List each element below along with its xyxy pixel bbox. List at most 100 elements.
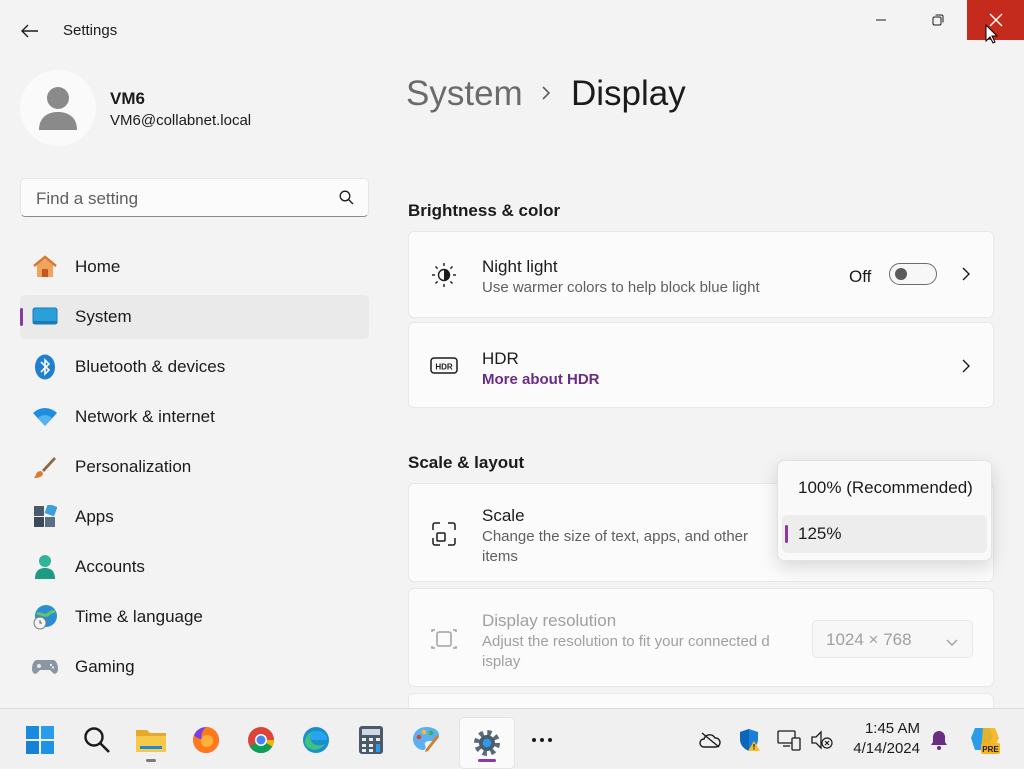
chevron-right-icon[interactable]: [961, 358, 971, 379]
notification-bell-icon[interactable]: [926, 727, 952, 753]
page-title: Display: [571, 74, 686, 113]
system-icon: [32, 305, 58, 329]
night-light-toggle[interactable]: [889, 263, 937, 285]
chevron-down-icon: [946, 634, 958, 652]
search-icon[interactable]: [339, 190, 354, 210]
hdr-card[interactable]: HDR HDR More about HDR: [408, 322, 994, 408]
apps-icon: [32, 505, 58, 529]
calculator-icon[interactable]: [354, 723, 388, 757]
scale-icon: [429, 519, 459, 549]
copilot-preview-icon[interactable]: PRE: [968, 723, 1002, 757]
bluetooth-icon: [32, 354, 58, 380]
mouse-cursor-icon: [985, 23, 999, 49]
restore-button[interactable]: [909, 0, 966, 40]
night-light-state: Off: [849, 267, 872, 286]
sidebar-item-label: Accounts: [75, 557, 145, 576]
sidebar-item-label: Apps: [75, 507, 114, 526]
volume-muted-icon[interactable]: [809, 727, 835, 753]
network-icon[interactable]: [776, 727, 802, 753]
sidebar-item-accounts[interactable]: Accounts: [20, 545, 369, 589]
toggle-knob: [895, 268, 907, 280]
edge-icon[interactable]: [299, 723, 333, 757]
sidebar-item-personalization[interactable]: Personalization: [20, 445, 369, 489]
paint-icon[interactable]: [409, 723, 443, 757]
sidebar-item-home[interactable]: Home: [20, 245, 369, 289]
night-light-card[interactable]: Night light Use warmer colors to help bl…: [408, 231, 994, 318]
user-silhouette-icon: [39, 87, 77, 130]
back-arrow-icon: [21, 24, 38, 38]
scale-option-100[interactable]: 100% (Recommended): [782, 469, 987, 507]
sidebar-item-bluetooth[interactable]: Bluetooth & devices: [20, 345, 369, 389]
scale-subtitle-line1: Change the size of text, apps, and other: [482, 528, 749, 545]
defender-icon[interactable]: [737, 727, 763, 753]
breadcrumb-system[interactable]: System: [406, 74, 523, 114]
start-icon[interactable]: [23, 723, 57, 757]
resolution-subtitle-line2: isplay: [482, 653, 521, 670]
gamepad-icon: [32, 655, 58, 679]
sidebar-item-label: Network & internet: [75, 407, 215, 426]
search-box[interactable]: [20, 178, 369, 217]
accounts-icon: [32, 555, 58, 579]
file-explorer-icon[interactable]: [134, 723, 168, 757]
night-light-icon: [429, 260, 459, 290]
scale-option-125[interactable]: 125%: [782, 515, 987, 553]
restore-icon: [932, 14, 943, 26]
breadcrumb-chevron-icon: [539, 82, 553, 109]
active-indicator: [478, 759, 496, 762]
user-name: VM6: [110, 89, 145, 108]
hdr-icon: HDR: [429, 351, 459, 381]
sidebar-nav: Home System Bluetooth & devices Network …: [20, 245, 369, 695]
section-heading-brightness: Brightness & color: [408, 201, 561, 220]
resolution-title: Display resolution: [482, 611, 617, 630]
brush-icon: [32, 455, 58, 479]
running-indicator: [146, 759, 156, 762]
back-button[interactable]: [14, 18, 46, 44]
time-language-icon: [32, 605, 58, 630]
clock-time[interactable]: 1:45 AM: [865, 720, 920, 737]
sidebar-item-label: Gaming: [75, 657, 135, 676]
resolution-dropdown: 1024 × 768: [812, 620, 973, 658]
onedrive-icon[interactable]: [697, 727, 723, 753]
resolution-subtitle-line1: Adjust the resolution to fit your connec…: [482, 633, 770, 650]
scale-subtitle-line2: items: [482, 548, 518, 565]
sidebar-item-label: Personalization: [75, 457, 192, 476]
user-email: VM6@collabnet.local: [110, 112, 252, 129]
clock-date[interactable]: 4/14/2024: [853, 740, 920, 757]
minimize-icon: [875, 19, 886, 21]
more-about-hdr-link[interactable]: More about HDR: [482, 371, 600, 388]
sidebar-item-label: Time & language: [75, 607, 203, 626]
home-icon: [32, 255, 58, 279]
section-heading-scale-layout: Scale & layout: [408, 453, 525, 472]
app-title: Settings: [63, 22, 118, 39]
pre-badge: PRE: [982, 745, 999, 754]
sidebar-item-time-language[interactable]: Time & language: [20, 595, 369, 639]
sidebar-item-label: Home: [75, 257, 121, 276]
sidebar-item-system[interactable]: System: [20, 295, 369, 339]
search-icon[interactable]: [80, 723, 114, 757]
scale-dropdown-menu: 100% (Recommended) 125%: [777, 460, 992, 561]
resolution-icon: [429, 624, 459, 654]
night-light-subtitle: Use warmer colors to help block blue lig…: [482, 279, 760, 296]
sidebar-item-network[interactable]: Network & internet: [20, 395, 369, 439]
sidebar-item-apps[interactable]: Apps: [20, 495, 369, 539]
svg-text:HDR: HDR: [435, 363, 453, 372]
hdr-title: HDR: [482, 349, 519, 368]
firefox-icon[interactable]: [189, 723, 223, 757]
scale-title: Scale: [482, 506, 525, 525]
minimize-button[interactable]: [852, 0, 909, 40]
chrome-icon[interactable]: [244, 723, 278, 757]
wifi-icon: [32, 405, 58, 429]
avatar[interactable]: [20, 70, 96, 146]
search-input[interactable]: [34, 188, 328, 210]
display-resolution-card: Display resolution Adjust the resolution…: [408, 588, 994, 687]
night-light-title: Night light: [482, 257, 558, 276]
sidebar-item-gaming[interactable]: Gaming: [20, 645, 369, 689]
chevron-right-icon[interactable]: [961, 266, 971, 287]
taskbar: 1:45 AM 4/14/2024 PRE: [0, 708, 1024, 769]
sidebar-item-label: System: [75, 307, 132, 326]
resolution-value: 1024 × 768: [826, 630, 912, 649]
scale-option-label: 125%: [798, 524, 842, 543]
scale-option-label: 100% (Recommended): [798, 478, 973, 497]
sidebar-item-label: Bluetooth & devices: [75, 357, 226, 376]
more-icon[interactable]: [525, 723, 559, 757]
